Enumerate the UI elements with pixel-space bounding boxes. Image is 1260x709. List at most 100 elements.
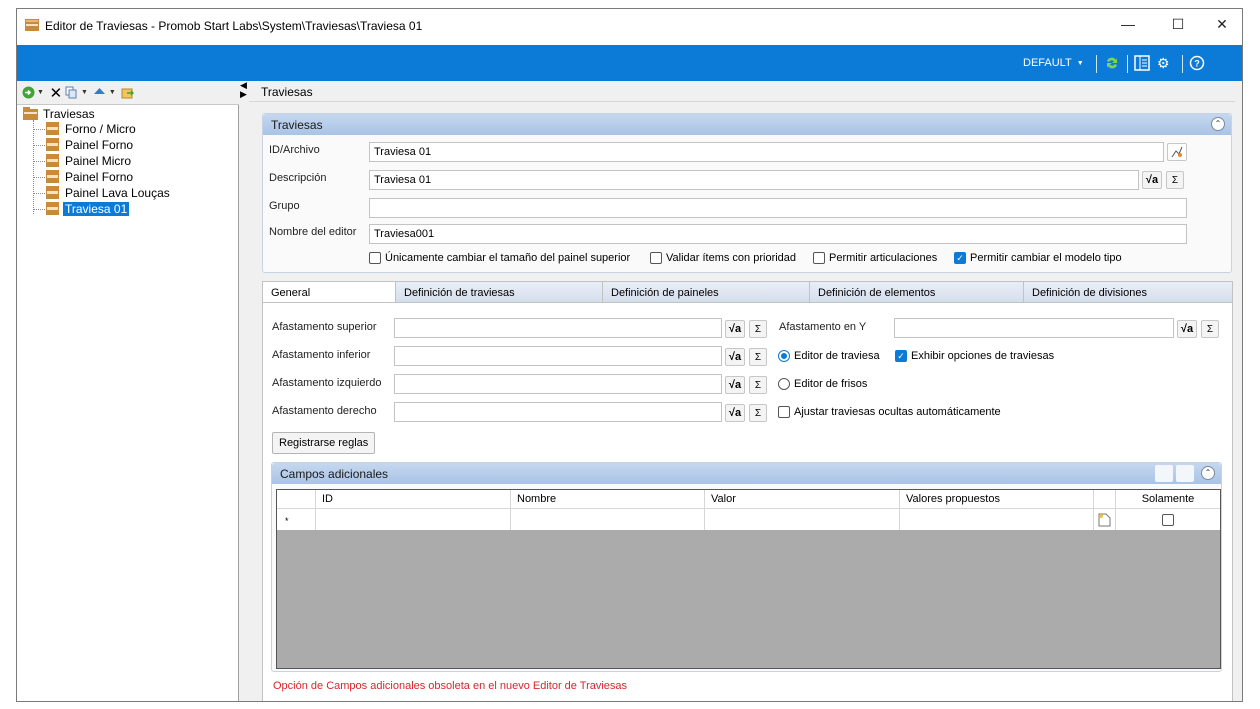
register-rules-button[interactable]: Registrarse reglas bbox=[272, 432, 376, 454]
campos-title: Campos adicionales bbox=[280, 466, 389, 481]
traviesa-icon bbox=[46, 170, 59, 183]
tree-panel: ▼ ✕ ▼ ▼ Traviesas Forno / Micro Painel F… bbox=[17, 81, 239, 701]
checkbox-checked[interactable]: ✓ bbox=[895, 350, 907, 362]
checkbox-checked[interactable]: ✓ bbox=[954, 252, 966, 264]
refresh-icon[interactable] bbox=[1104, 53, 1120, 73]
export-icon[interactable] bbox=[121, 86, 135, 100]
chevron-down-icon[interactable]: ▼ bbox=[109, 89, 116, 96]
description-field[interactable] bbox=[369, 170, 1139, 190]
collapse-icon[interactable]: ⌃ bbox=[1201, 466, 1215, 480]
minimize-button[interactable]: — bbox=[1105, 9, 1151, 39]
tab-general[interactable]: General bbox=[262, 281, 396, 304]
afastamento-superior-field[interactable] bbox=[394, 318, 722, 338]
tree-item[interactable]: Painel Forno bbox=[19, 169, 237, 185]
tree-item-selected[interactable]: Traviesa 01 bbox=[19, 201, 237, 217]
close-button[interactable]: ✕ bbox=[1199, 9, 1242, 39]
chevron-down-icon[interactable]: ▼ bbox=[81, 89, 88, 96]
tree-branch bbox=[33, 129, 45, 130]
delete-icon[interactable]: ✕ bbox=[49, 85, 63, 102]
option-ajustar-ocultas[interactable]: Ajustar traviesas ocultas automáticament… bbox=[778, 406, 1001, 418]
id-field[interactable] bbox=[369, 142, 1164, 162]
column-valores-propuestos[interactable]: Valores propuestos bbox=[900, 490, 1094, 509]
sigma-icon[interactable]: Σ bbox=[749, 348, 767, 366]
checkbox[interactable] bbox=[369, 252, 381, 264]
tree-root[interactable]: Traviesas bbox=[19, 107, 237, 121]
copy-icon[interactable] bbox=[65, 86, 79, 100]
tree-item-label: Forno / Micro bbox=[65, 122, 136, 136]
option-allow-change-model[interactable]: ✓ Permitir cambiar el modelo tipo bbox=[954, 252, 1122, 264]
chevron-down-icon[interactable]: ▼ bbox=[37, 89, 44, 96]
maximize-button[interactable]: ☐ bbox=[1155, 9, 1201, 39]
formula-icon[interactable]: √a bbox=[1177, 320, 1197, 338]
formula-icon[interactable]: √a bbox=[725, 404, 745, 422]
cell-valores-propuestos[interactable] bbox=[900, 509, 1094, 530]
campos-grid: ID Nombre Valor Valores propuestos Solam… bbox=[276, 489, 1221, 669]
afastamento-izquierdo-field[interactable] bbox=[394, 374, 722, 394]
column-id[interactable]: ID bbox=[316, 490, 511, 509]
column-nombre[interactable]: Nombre bbox=[511, 490, 705, 509]
column-solamente[interactable]: Solamente bbox=[1116, 490, 1220, 509]
tab-paineles[interactable]: Definición de paineles bbox=[602, 281, 810, 303]
checkbox[interactable] bbox=[650, 252, 662, 264]
option-exhibir-traviesas[interactable]: ✓ Exhibir opciones de traviesas bbox=[895, 350, 1054, 362]
formula-icon[interactable]: √a bbox=[1142, 171, 1162, 189]
editor-name-field[interactable] bbox=[369, 224, 1187, 244]
collapse-icon[interactable]: ⌃ bbox=[1211, 117, 1225, 131]
tree-item[interactable]: Painel Forno bbox=[19, 137, 237, 153]
sigma-icon[interactable]: Σ bbox=[749, 404, 767, 422]
traviesas-group: Traviesas ⌃ ID/Archivo Descripción √a Σ … bbox=[262, 113, 1232, 273]
cell-valor[interactable] bbox=[705, 509, 900, 530]
afastamento-inferior-field[interactable] bbox=[394, 346, 722, 366]
svg-text:?: ? bbox=[1194, 59, 1200, 69]
cell-solamente[interactable] bbox=[1116, 509, 1220, 530]
formula-icon[interactable]: √a bbox=[725, 348, 745, 366]
campos-header: Campos adicionales ⌃ bbox=[272, 463, 1221, 484]
add-field-button[interactable] bbox=[1155, 465, 1173, 482]
description-label: Descripción bbox=[269, 172, 327, 184]
tab-traviesas[interactable]: Definición de traviesas bbox=[395, 281, 603, 303]
tree-item[interactable]: Painel Lava Louças bbox=[19, 185, 237, 201]
tree-item[interactable]: Painel Micro bbox=[19, 153, 237, 169]
profile-dropdown[interactable]: DEFAULT ▼ bbox=[1023, 53, 1084, 73]
option-label: Exhibir opciones de traviesas bbox=[911, 350, 1055, 362]
tab-elementos[interactable]: Definición de elementos bbox=[809, 281, 1024, 303]
pick-file-icon[interactable] bbox=[1167, 143, 1187, 161]
cell-nombre[interactable] bbox=[511, 509, 705, 530]
afastamento-derecho-field[interactable] bbox=[394, 402, 722, 422]
help-icon[interactable]: ? bbox=[1189, 53, 1205, 73]
option-allow-articulations[interactable]: Permitir articulaciones bbox=[813, 252, 937, 264]
formula-icon[interactable]: √a bbox=[725, 376, 745, 394]
checkbox[interactable] bbox=[813, 252, 825, 264]
option-label: Permitir cambiar el modelo tipo bbox=[970, 252, 1122, 264]
radio-unselected[interactable] bbox=[778, 378, 790, 390]
checkbox[interactable] bbox=[778, 406, 790, 418]
layout-panel-icon[interactable] bbox=[1134, 53, 1150, 73]
remove-field-button[interactable] bbox=[1176, 465, 1194, 482]
move-up-icon[interactable] bbox=[93, 86, 107, 100]
sigma-icon[interactable]: Σ bbox=[1166, 171, 1184, 189]
afastamento-y-field[interactable] bbox=[894, 318, 1174, 338]
tree-branch bbox=[33, 209, 45, 210]
afastamento-derecho-label: Afastamento derecho bbox=[272, 405, 377, 417]
panel-splitter-toggle[interactable]: ◀ ▶ bbox=[240, 81, 250, 101]
sigma-icon[interactable]: Σ bbox=[749, 320, 767, 338]
grupo-field[interactable] bbox=[369, 198, 1187, 218]
option-resize-top-panel[interactable]: Únicamente cambiar el tamaño del painel … bbox=[369, 252, 630, 264]
new-document-icon[interactable] bbox=[1094, 509, 1116, 530]
divider bbox=[249, 101, 1235, 102]
radio-editor-traviesa[interactable]: Editor de traviesa bbox=[778, 350, 880, 362]
tab-divisiones[interactable]: Definición de divisiones bbox=[1023, 281, 1233, 303]
sigma-icon[interactable]: Σ bbox=[1201, 320, 1219, 338]
tree-item[interactable]: Forno / Micro bbox=[19, 121, 237, 137]
checkbox[interactable] bbox=[1162, 513, 1174, 526]
cell-id[interactable] bbox=[316, 509, 511, 530]
radio-selected[interactable] bbox=[778, 350, 790, 362]
option-validate-priority[interactable]: Validar ítems con prioridad bbox=[650, 252, 796, 264]
settings-gears-icon[interactable]: ⚙ bbox=[1157, 53, 1170, 73]
add-icon[interactable] bbox=[21, 86, 35, 100]
radio-editor-frisos[interactable]: Editor de frisos bbox=[778, 378, 867, 390]
sigma-icon[interactable]: Σ bbox=[749, 376, 767, 394]
column-valor[interactable]: Valor bbox=[705, 490, 900, 509]
formula-icon[interactable]: √a bbox=[725, 320, 745, 338]
tree-root-label: Traviesas bbox=[43, 107, 95, 121]
